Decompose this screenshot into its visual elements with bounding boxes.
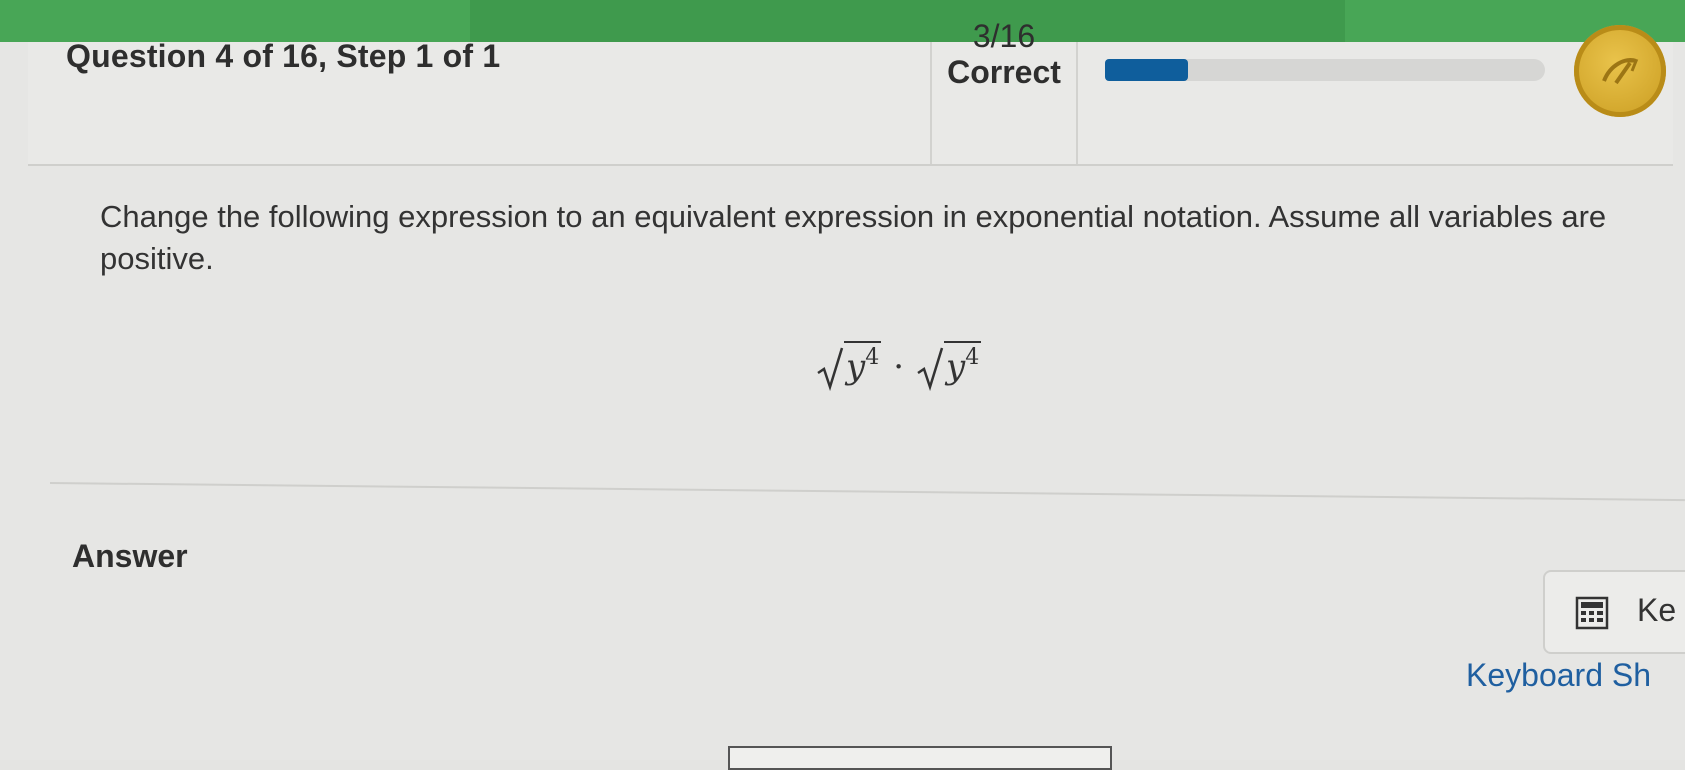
top-bar-segment (0, 0, 470, 42)
question-title: Question 4 of 16, Step 1 of 1 (66, 38, 501, 74)
answer-input[interactable] (728, 746, 1112, 770)
progress-bar (1105, 59, 1545, 81)
question-prompt: Change the following expression to an eq… (100, 199, 1607, 276)
trophy-badge-icon[interactable] (1574, 25, 1666, 117)
math-expression: y4 · y4 (816, 341, 982, 405)
multiply-operator: · (893, 347, 905, 387)
base-left: y (846, 347, 866, 387)
score-fraction: 3/16 (972, 18, 1036, 54)
top-green-bar (0, 0, 1685, 42)
exponent-right: 4 (965, 345, 980, 370)
sqrt-right: y4 (916, 341, 982, 391)
sqrt-left: y4 (816, 341, 882, 391)
badge-glyph (1602, 58, 1639, 85)
keypad-label: Ke (1637, 592, 1677, 628)
answer-label: Answer (72, 538, 188, 574)
sqrt-icon (917, 347, 944, 391)
header-divider (1076, 42, 1078, 164)
radicand-right: y4 (944, 341, 982, 387)
keypad-button[interactable]: Ke (1543, 570, 1685, 654)
exponent-left: 4 (865, 345, 880, 370)
base-right: y (946, 347, 966, 387)
calculator-icon (1575, 596, 1609, 630)
keyboard-shortcuts-link[interactable]: Keyboard Sh (1466, 657, 1651, 694)
score-label: Correct (947, 54, 1061, 90)
sqrt-icon (817, 347, 844, 391)
radicand-left: y4 (844, 341, 882, 387)
progress-fill (1105, 59, 1188, 81)
score-display: 3/16 Correct (932, 18, 1076, 90)
